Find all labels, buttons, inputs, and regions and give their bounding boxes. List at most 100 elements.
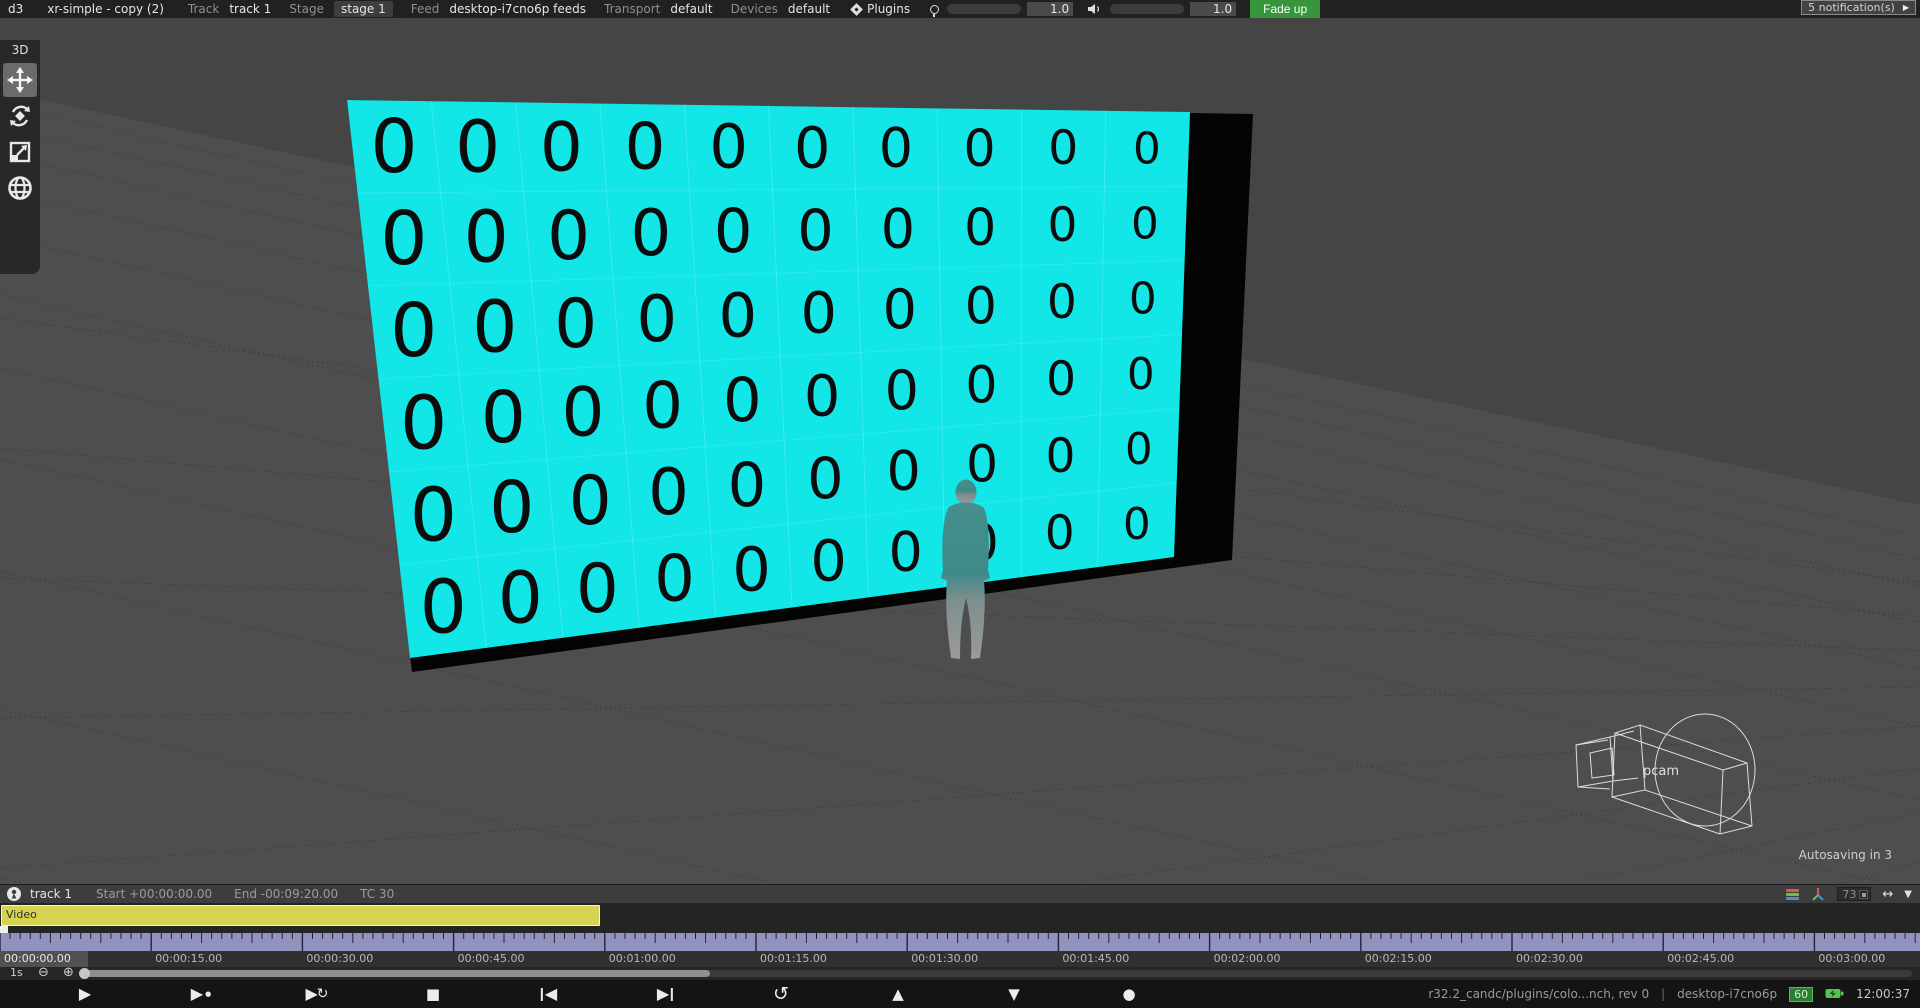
timeline-ruler[interactable] [0, 933, 1920, 951]
volume-icon [1087, 3, 1102, 15]
next-section-button[interactable]: ▶ [657, 986, 673, 1002]
expand-horizontal-button[interactable]: ↔ [1882, 888, 1893, 901]
track-start-field[interactable]: Start +00:00:00.00 [96, 887, 212, 901]
transport-menu-label: Transport [604, 2, 660, 16]
devices-menu-value[interactable]: default [788, 2, 830, 16]
screen-zero-glyph: 0 [888, 520, 922, 583]
devices-menu-label: Devices [731, 2, 778, 16]
screen-zero-glyph: 0 [410, 471, 457, 558]
stop-button[interactable]: ■ [426, 986, 440, 1002]
plugins-menu[interactable]: Plugins [867, 2, 910, 16]
zoom-out-button[interactable]: ⊖ [38, 965, 49, 980]
screen-zero-glyph: 0 [964, 198, 996, 257]
screen-zero-glyph: 0 [887, 440, 921, 503]
stage-menu-value[interactable]: stage 1 [334, 1, 393, 17]
screen-zero-glyph: 0 [390, 287, 437, 374]
playhead-marker[interactable] [0, 926, 8, 933]
screen-zero-glyph: 0 [1125, 424, 1153, 475]
volume-value[interactable]: 1.0 [1190, 2, 1236, 16]
screen-zero-glyph: 0 [1127, 349, 1155, 400]
screen-zero-glyph: 0 [1048, 198, 1078, 253]
collapse-track-button[interactable]: ▼ [1904, 888, 1912, 901]
zoom-in-button[interactable]: ⊕ [63, 965, 74, 980]
screen-zero-glyph: 0 [625, 110, 666, 184]
screen-zero-glyph: 0 [885, 359, 919, 422]
counter-checkbox[interactable] [1859, 890, 1868, 899]
layer-lane: Video [0, 903, 1920, 933]
track-icon [6, 886, 22, 902]
timeline-scrollbar-knob[interactable] [79, 968, 90, 979]
timeline-tick-label: 00:00:15.00 [155, 952, 222, 965]
screen-zero-glyph: 0 [797, 197, 833, 264]
rotate-tool-button[interactable] [3, 99, 37, 133]
screen-zero-glyph: 0 [728, 451, 767, 521]
screen-zero-glyph: 0 [562, 373, 605, 452]
timeline-tick-label: 00:02:00.00 [1214, 952, 1281, 965]
globe-tool-button[interactable] [3, 171, 37, 205]
track-timecode-field[interactable]: TC 30 [360, 887, 394, 901]
build-version: r32.2_candc/plugins/colo...nch, rev 0 [1428, 987, 1649, 1001]
screen-zero-glyph: 0 [718, 282, 757, 352]
timeline-tick-label: 00:02:45.00 [1667, 952, 1734, 965]
brightness-value[interactable]: 1.0 [1027, 2, 1073, 16]
timeline-scrollbar-thumb[interactable] [84, 970, 710, 977]
track-counter-box[interactable]: 73 [1837, 887, 1871, 901]
stage-menu-label: Stage [289, 2, 324, 16]
screen-zero-glyph: 0 [489, 466, 534, 549]
video-layer-clip[interactable]: Video [1, 905, 600, 926]
screen-zero-glyph: 0 [709, 113, 748, 183]
screen-zero-glyph: 0 [569, 461, 612, 540]
move-tool-button[interactable] [3, 63, 37, 97]
volume-slider[interactable] [1110, 4, 1184, 14]
screen-zero-glyph: 0 [732, 535, 771, 605]
track-name[interactable]: track 1 [30, 887, 72, 901]
brightness-icon [930, 5, 939, 14]
stage-viewport[interactable]: 0000000000000000000000000000000000000000… [0, 18, 1920, 884]
view-mode-label[interactable]: 3D [0, 40, 40, 61]
screen-zero-glyph: 0 [804, 362, 840, 429]
fade-up-button[interactable]: Fade up [1250, 0, 1320, 18]
loop-section-button[interactable]: ▶↻ [305, 986, 328, 1002]
play-button[interactable]: ▶ [79, 986, 91, 1002]
track-menu-value[interactable]: track 1 [229, 2, 271, 16]
timeline-tick-label: 00:02:15.00 [1365, 952, 1432, 965]
move-icon [6, 66, 34, 94]
track-end-field[interactable]: End -00:09:20.00 [234, 887, 338, 901]
play-to-next-section-button[interactable]: ▶● [191, 986, 211, 1002]
screen-zero-glyph: 0 [881, 197, 915, 260]
timeline-tick-label: 00:01:30.00 [911, 952, 978, 965]
screen-zero-glyph: 0 [554, 284, 597, 363]
fps-badge: 60 [1789, 987, 1813, 1002]
status-separator: | [1661, 987, 1665, 1001]
transport-menu-value[interactable]: default [670, 2, 712, 16]
screen-zero-glyph: 0 [380, 195, 427, 282]
app-logo[interactable]: d3 [8, 2, 23, 16]
transport-bar: ▶ ▶● ▶↻ ■ ◀ ▶ ↺ ▲ ▼ ● r32.2_candc/plugin… [0, 980, 1920, 1008]
autosave-status: Autosaving in 3 [1799, 848, 1892, 862]
previous-track-button[interactable]: ▲ [892, 986, 904, 1002]
timeline-tick-label: 00:00:30.00 [306, 952, 373, 965]
project-menu[interactable]: xr-simple - copy (2) [47, 2, 164, 16]
timeline-tick-label: 00:00:45.00 [458, 952, 525, 965]
rotate-icon [6, 102, 34, 130]
notifications-button[interactable]: 5 notification(s) ▶ [1801, 0, 1916, 15]
battery-icon [1825, 988, 1844, 1000]
return-to-start-button[interactable]: ↺ [773, 986, 789, 1002]
next-track-button[interactable]: ▼ [1008, 986, 1020, 1002]
feed-menu-value[interactable]: desktop-i7cno6p feeds [449, 2, 586, 16]
screen-zero-glyph: 0 [1123, 499, 1151, 550]
axes-icon[interactable] [1810, 886, 1826, 902]
record-button[interactable]: ● [1122, 986, 1135, 1002]
track-counter-value: 73 [1842, 888, 1856, 901]
timeline-zoom-row: 1s ⊖ ⊕ [0, 967, 1920, 980]
machine-name: desktop-i7cno6p [1677, 987, 1777, 1001]
screen-zero-glyph: 0 [1046, 352, 1076, 407]
layers-icon[interactable] [1786, 889, 1799, 900]
screen-zero-glyph: 0 [1047, 275, 1077, 330]
timeline-tick-label: 00:01:15.00 [760, 952, 827, 965]
brightness-slider[interactable] [947, 4, 1021, 14]
scale-tool-button[interactable] [3, 135, 37, 169]
screen-zero-glyph: 0 [464, 196, 509, 279]
previous-section-button[interactable]: ◀ [541, 986, 557, 1002]
screen-zero-glyph: 0 [455, 105, 500, 188]
